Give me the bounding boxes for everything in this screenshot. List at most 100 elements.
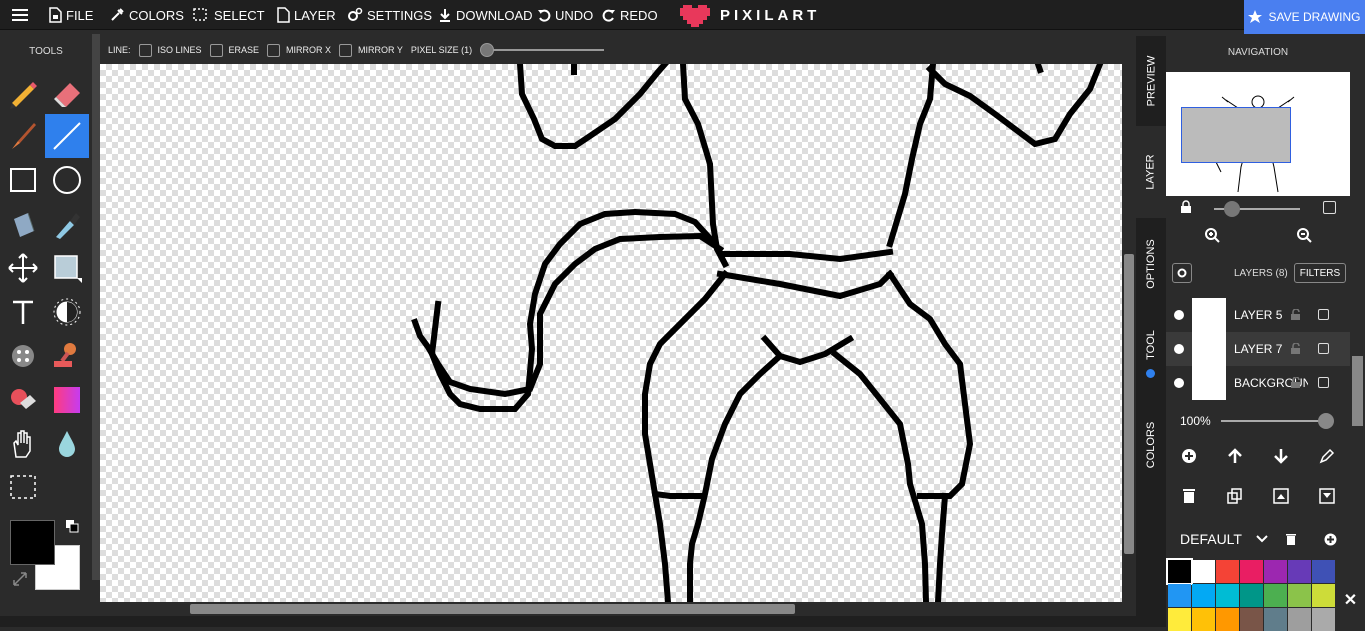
erase-checkbox[interactable]: [209, 43, 223, 57]
palette-swatch[interactable]: [1192, 608, 1215, 631]
lock-icon[interactable]: [1180, 200, 1192, 214]
zoom-in-icon[interactable]: [1204, 227, 1220, 243]
palette-swatch[interactable]: [1216, 608, 1239, 631]
mirror-y-checkbox[interactable]: [339, 43, 353, 57]
reset-colors-icon[interactable]: [12, 571, 28, 587]
layer-row[interactable]: BACKGROUND: [1166, 366, 1350, 400]
select-menu-button[interactable]: SELECT: [192, 0, 265, 30]
undo-button[interactable]: UNDO: [537, 0, 593, 30]
stamp-tool[interactable]: [45, 334, 89, 378]
palette-swatch[interactable]: [1168, 608, 1191, 631]
palette-swatch[interactable]: [1264, 608, 1287, 631]
palette-swatch[interactable]: [1288, 560, 1311, 583]
palette-swatch[interactable]: [1288, 584, 1311, 607]
palette-swatch[interactable]: [1216, 584, 1239, 607]
file-menu-button[interactable]: FILE: [48, 0, 93, 30]
palette-swatch[interactable]: [1312, 560, 1335, 583]
palette-swatch[interactable]: [1240, 608, 1263, 631]
pixilart-logo[interactable]: PIXILART: [680, 2, 820, 28]
merge-up-icon[interactable]: [1273, 488, 1289, 504]
horizontal-scroll-thumb[interactable]: [190, 604, 795, 614]
color-picker-tool[interactable]: [45, 202, 89, 246]
mirror-x-checkbox[interactable]: [267, 43, 281, 57]
save-drawing-button[interactable]: SAVE DRAWING: [1244, 0, 1365, 34]
crop-tool[interactable]: [1, 466, 45, 510]
fill-bucket-tool[interactable]: [1, 202, 45, 246]
swap-colors-icon[interactable]: [64, 518, 80, 534]
chevron-down-icon[interactable]: [1256, 534, 1268, 544]
tab-options[interactable]: OPTIONS: [1136, 218, 1166, 310]
navigation-toggle-checkbox[interactable]: [1323, 201, 1336, 214]
settings-menu-button[interactable]: SETTINGS: [347, 0, 432, 30]
layer-menu-button[interactable]: LAYER: [276, 0, 336, 30]
navigation-preview[interactable]: [1166, 72, 1350, 196]
merge-down-icon[interactable]: [1319, 488, 1335, 504]
layer-select-checkbox[interactable]: [1318, 309, 1329, 320]
layer-select-checkbox[interactable]: [1318, 377, 1329, 388]
palette-swatch[interactable]: [1312, 608, 1335, 631]
add-palette-icon[interactable]: [1324, 533, 1337, 546]
layer-lock-icon[interactable]: [1290, 377, 1302, 389]
layer-select-checkbox[interactable]: [1318, 343, 1329, 354]
palette-swatch[interactable]: [1264, 584, 1287, 607]
move-layer-down-icon[interactable]: [1273, 448, 1289, 464]
palette-swatch[interactable]: [1312, 584, 1335, 607]
rectangle-tool[interactable]: [1, 158, 45, 202]
tab-colors[interactable]: COLORS: [1136, 400, 1166, 490]
layer-settings-button[interactable]: [1172, 263, 1192, 283]
pan-tool[interactable]: [1, 422, 45, 466]
right-panel-scrollbar[interactable]: [1350, 36, 1365, 627]
line-tool[interactable]: [45, 114, 89, 158]
erase-option[interactable]: ERASE: [209, 43, 259, 57]
palette-swatch[interactable]: [1168, 584, 1191, 607]
eraser-tool[interactable]: [45, 70, 89, 114]
dither-tool[interactable]: [1, 334, 45, 378]
vertical-scroll-thumb[interactable]: [1124, 254, 1134, 554]
opacity-slider-knob[interactable]: [1318, 413, 1334, 429]
palette-swatch[interactable]: [1240, 560, 1263, 583]
pixel-drawing[interactable]: [100, 64, 1122, 602]
mirror-x-option[interactable]: MIRROR X: [267, 43, 331, 57]
close-panel-button[interactable]: ✕: [1336, 587, 1365, 612]
download-menu-button[interactable]: DOWNLOAD: [438, 0, 533, 30]
iso-lines-checkbox[interactable]: [138, 43, 152, 57]
delete-palette-icon[interactable]: [1285, 533, 1297, 546]
gradient-tool[interactable]: [45, 378, 89, 422]
palette-name[interactable]: DEFAULT: [1180, 531, 1242, 547]
primary-color-swatch[interactable]: [10, 520, 55, 565]
select-area-tool[interactable]: [45, 246, 89, 290]
tab-preview[interactable]: PREVIEW: [1136, 36, 1166, 126]
move-tool[interactable]: [1, 246, 45, 290]
text-tool[interactable]: [1, 290, 45, 334]
palette-swatch[interactable]: [1192, 560, 1215, 583]
delete-layer-icon[interactable]: [1181, 488, 1197, 504]
colors-menu-button[interactable]: COLORS: [109, 0, 184, 30]
edit-layer-icon[interactable]: [1319, 448, 1335, 464]
pencil-tool[interactable]: [1, 70, 45, 114]
palette-swatch[interactable]: [1216, 560, 1239, 583]
layer-visibility-icon[interactable]: [1174, 310, 1184, 320]
color-replace-tool[interactable]: [1, 378, 45, 422]
filters-button[interactable]: FILTERS: [1294, 263, 1346, 283]
tools-scrollbar[interactable]: [92, 34, 100, 580]
drawing-canvas[interactable]: [100, 64, 1122, 602]
zoom-out-icon[interactable]: [1296, 227, 1312, 243]
layer-lock-icon[interactable]: [1290, 343, 1302, 355]
lighten-tool[interactable]: [45, 290, 89, 334]
pixel-size-slider[interactable]: [480, 43, 605, 57]
palette-swatch[interactable]: [1264, 560, 1287, 583]
add-layer-icon[interactable]: [1181, 448, 1197, 464]
opacity-slider[interactable]: [1221, 413, 1334, 429]
blur-tool[interactable]: [45, 422, 89, 466]
pixel-size-slider-knob[interactable]: [480, 43, 495, 57]
navigation-viewport-box[interactable]: [1181, 107, 1291, 163]
tab-layer[interactable]: LAYER: [1136, 126, 1166, 218]
hamburger-menu-button[interactable]: [12, 0, 28, 30]
brush-tool[interactable]: [1, 114, 45, 158]
canvas-horizontal-scrollbar[interactable]: [100, 602, 1122, 616]
layer-visibility-icon[interactable]: [1174, 378, 1184, 388]
redo-button[interactable]: REDO: [602, 0, 658, 30]
palette-swatch[interactable]: [1288, 608, 1311, 631]
iso-lines-option[interactable]: ISO LINES: [138, 43, 202, 57]
layer-visibility-icon[interactable]: [1174, 344, 1184, 354]
